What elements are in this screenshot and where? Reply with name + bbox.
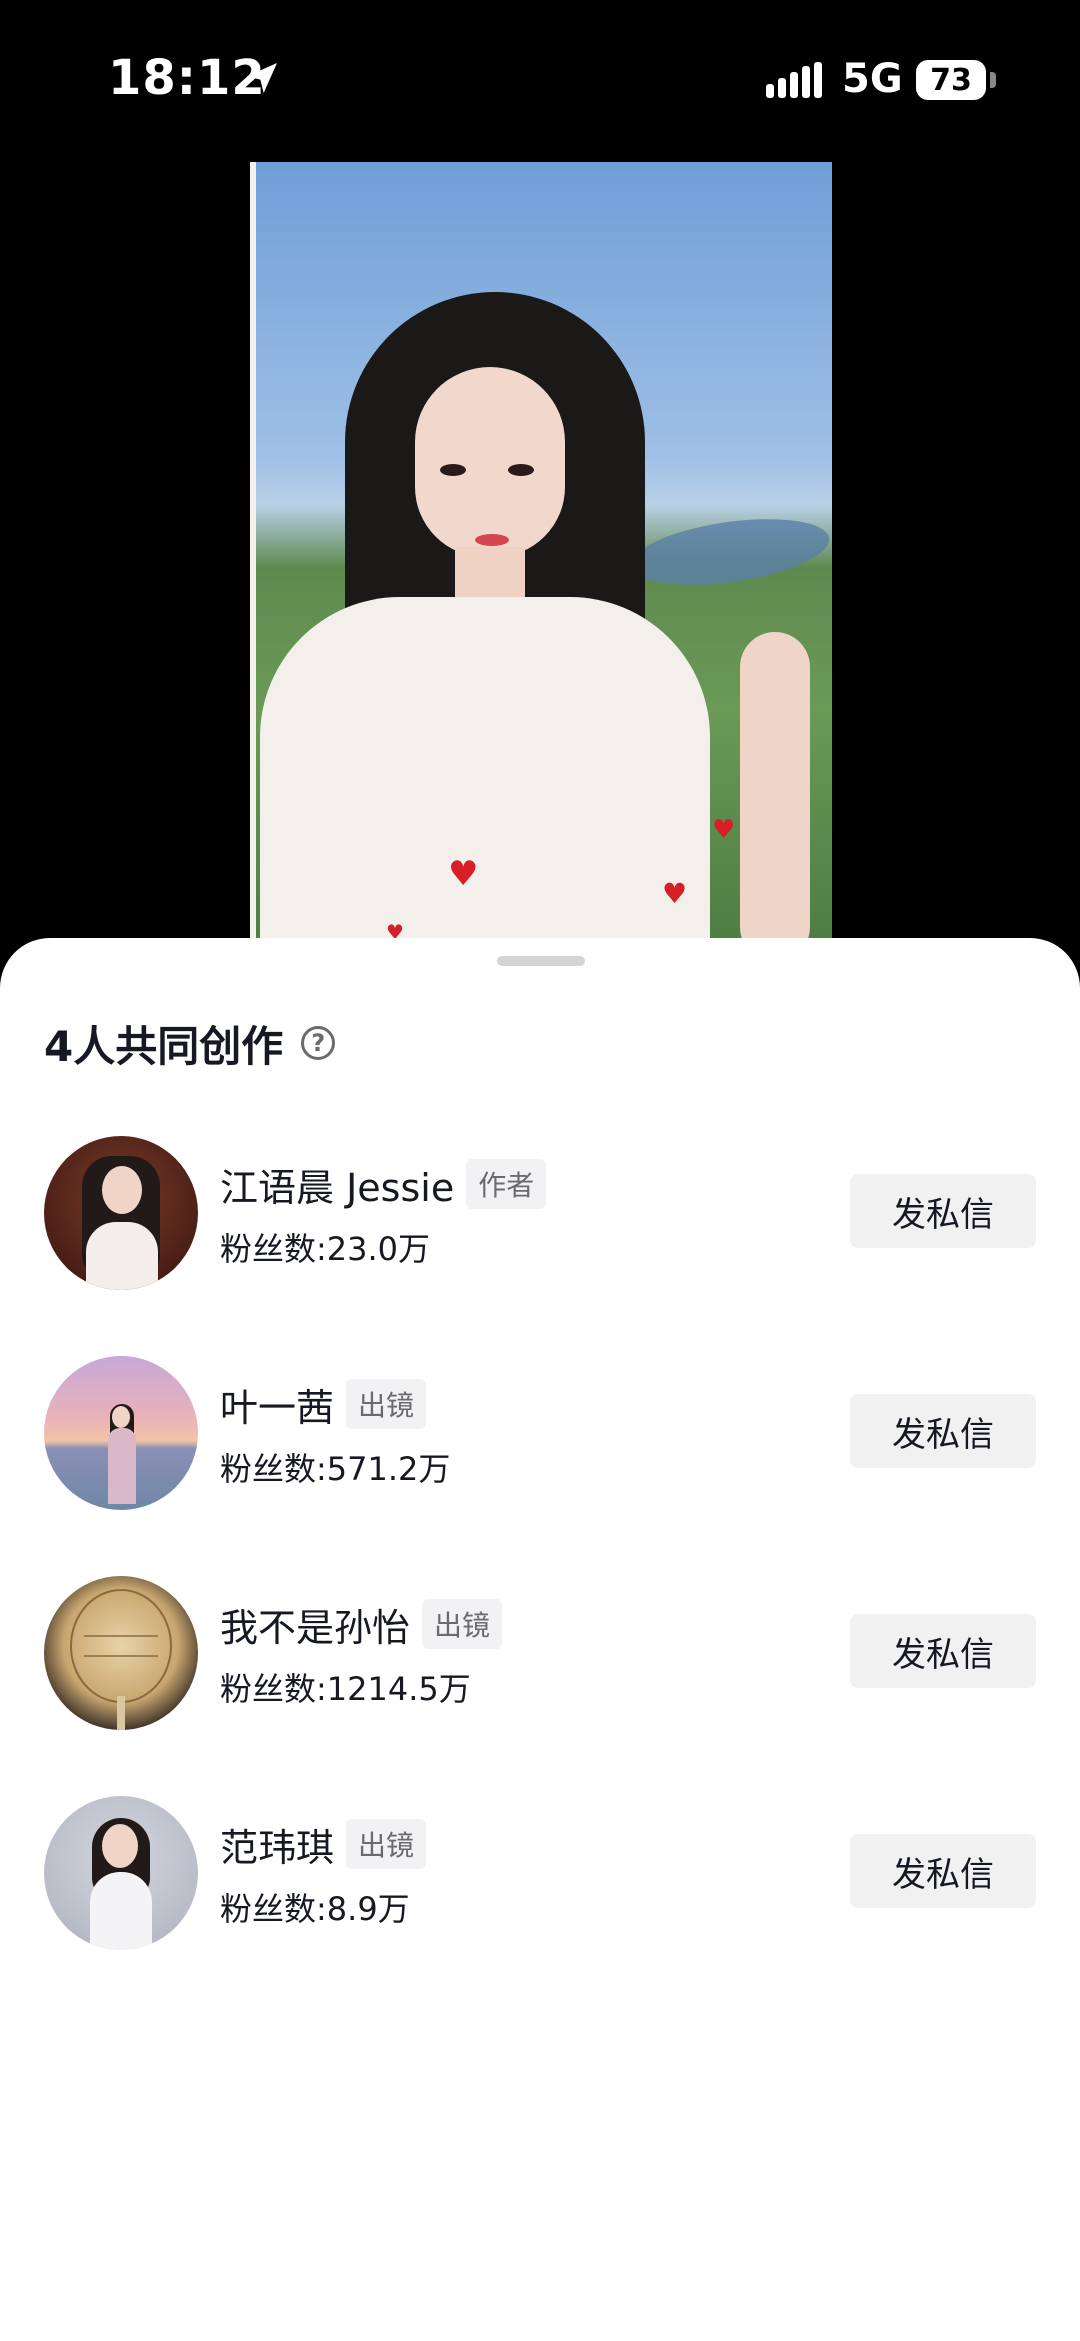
heart-icon: ♥ bbox=[712, 815, 736, 845]
creator-name[interactable]: 范玮琪 bbox=[220, 1817, 334, 1872]
fan-graphic bbox=[70, 1589, 172, 1730]
shirt-shape bbox=[260, 597, 710, 942]
avatar[interactable] bbox=[44, 1576, 198, 1730]
creator-name[interactable]: 我不是孙怡 bbox=[220, 1597, 410, 1652]
role-badge: 出镜 bbox=[346, 1819, 427, 1869]
creator-name-line: 叶一茜 出镜 bbox=[220, 1376, 427, 1432]
send-message-button[interactable]: 发私信 bbox=[850, 1174, 1036, 1248]
battery-level: 73 bbox=[930, 62, 972, 98]
heart-icon: ♥ bbox=[662, 877, 688, 910]
sheet-header: 4人共同创作 ? bbox=[44, 1013, 336, 1073]
lips-shape bbox=[475, 534, 509, 546]
fans-count: 粉丝数:8.9万 bbox=[220, 1890, 410, 1928]
creator-name-line: 江语晨 Jessie 作者 bbox=[220, 1156, 547, 1212]
network-label: 5G bbox=[842, 56, 903, 102]
avatar[interactable] bbox=[44, 1796, 198, 1950]
screen: 18:12 5G 73 ♥ ♥ ♥ ♥ 4人共同创作 ? 江语晨 Jessie … bbox=[0, 0, 1080, 2341]
send-message-button[interactable]: 发私信 bbox=[850, 1394, 1036, 1468]
avatar[interactable] bbox=[44, 1356, 198, 1510]
creator-row[interactable]: 范玮琪 出镜 粉丝数:8.9万 发私信 bbox=[0, 1796, 1080, 1956]
face-shape bbox=[415, 367, 565, 557]
arm-shape bbox=[740, 632, 810, 942]
co-creators-sheet: 4人共同创作 ? 江语晨 Jessie 作者 粉丝数:23.0万 发私信 叶一茜… bbox=[0, 938, 1080, 2341]
creator-name[interactable]: 江语晨 Jessie bbox=[220, 1157, 454, 1212]
creator-row[interactable]: 我不是孙怡 出镜 粉丝数:1214.5万 发私信 bbox=[0, 1576, 1080, 1736]
creator-row[interactable]: 江语晨 Jessie 作者 粉丝数:23.0万 发私信 bbox=[0, 1136, 1080, 1296]
role-badge: 作者 bbox=[466, 1159, 547, 1209]
fans-count: 粉丝数:23.0万 bbox=[220, 1230, 431, 1268]
role-badge: 出镜 bbox=[422, 1599, 503, 1649]
creator-name-line: 范玮琪 出镜 bbox=[220, 1816, 427, 1872]
location-arrow-icon bbox=[247, 63, 277, 93]
eye-shape bbox=[440, 464, 466, 476]
creator-name-line: 我不是孙怡 出镜 bbox=[220, 1596, 503, 1652]
role-badge: 出镜 bbox=[346, 1379, 427, 1429]
heart-icon: ♥ bbox=[448, 854, 479, 894]
river-shape bbox=[626, 508, 832, 596]
fans-count: 粉丝数:571.2万 bbox=[220, 1450, 451, 1488]
battery-icon: 73 bbox=[916, 60, 986, 100]
sheet-title: 4人共同创作 bbox=[44, 1021, 284, 1071]
send-message-button[interactable]: 发私信 bbox=[850, 1614, 1036, 1688]
eye-shape bbox=[508, 464, 534, 476]
fans-count: 粉丝数:1214.5万 bbox=[220, 1670, 471, 1708]
video-preview[interactable]: ♥ ♥ ♥ ♥ bbox=[250, 162, 832, 942]
signal-icon bbox=[766, 62, 822, 98]
creator-name[interactable]: 叶一茜 bbox=[220, 1377, 334, 1432]
question-circle-icon[interactable]: ? bbox=[301, 1026, 336, 1060]
send-message-button[interactable]: 发私信 bbox=[850, 1834, 1036, 1908]
drag-handle[interactable] bbox=[497, 956, 585, 966]
creator-row[interactable]: 叶一茜 出镜 粉丝数:571.2万 发私信 bbox=[0, 1356, 1080, 1516]
battery-cap bbox=[990, 72, 996, 88]
left-strip bbox=[250, 162, 256, 942]
status-bar: 18:12 5G 73 bbox=[0, 0, 1080, 150]
avatar[interactable] bbox=[44, 1136, 198, 1290]
